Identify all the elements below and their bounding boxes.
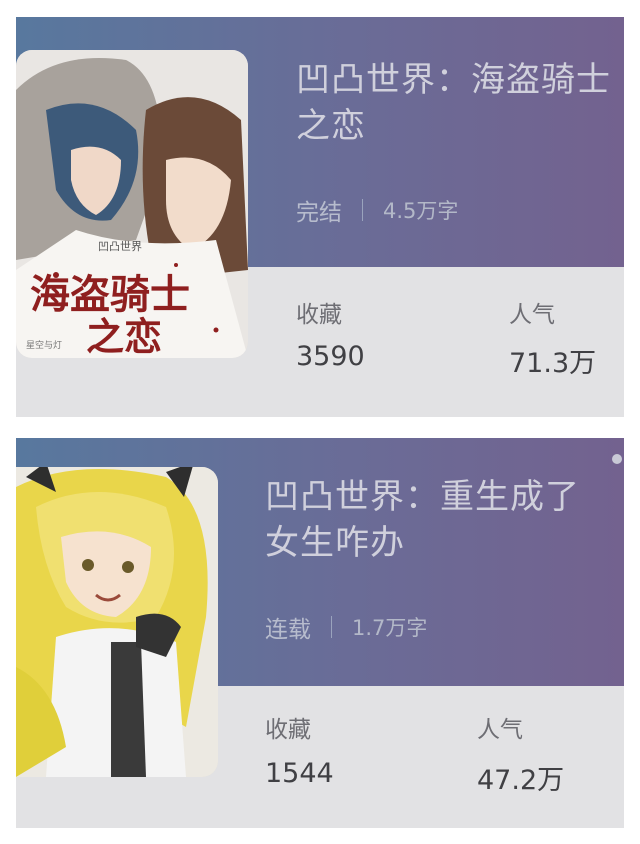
meta-divider	[362, 199, 363, 221]
book-meta: 连载 1.7万字	[265, 610, 427, 644]
book-cover-image[interactable]: 凹凸世界 海盗骑士 之恋 星空与灯	[16, 50, 248, 358]
corner-dot	[612, 454, 622, 464]
book-status: 完结	[296, 200, 342, 226]
favorites-value: 1544	[265, 758, 334, 789]
popularity-label: 人气	[477, 717, 523, 743]
book-card[interactable]: 凹凸世界：重生成了女生咋办 连载 1.7万字 收藏 1544 人气 47.2万	[16, 438, 624, 828]
cover-title-line1: 海盗骑士	[30, 271, 190, 318]
favorites-value: 3590	[296, 341, 365, 372]
cover-series-tag: 凹凸世界	[98, 240, 142, 253]
book-card[interactable]: 凹凸世界 海盗骑士 之恋 星空与灯 凹凸世界：海盗骑士之恋 完结 4.5万字 收…	[16, 17, 624, 417]
book-status: 连载	[265, 617, 311, 643]
popularity-value: 47.2万	[477, 765, 565, 796]
book-title[interactable]: 凹凸世界：海盗骑士之恋	[296, 57, 616, 149]
favorites-label: 收藏	[296, 302, 342, 328]
meta-divider	[331, 616, 332, 638]
cover-author-tag: 星空与灯	[26, 339, 62, 351]
book-word-count: 1.7万字	[352, 616, 428, 640]
popularity-value: 71.3万	[509, 348, 597, 379]
book-title[interactable]: 凹凸世界：重生成了女生咋办	[265, 474, 605, 566]
book-word-count: 4.5万字	[383, 199, 459, 223]
cover-title-line2: 之恋	[86, 314, 162, 358]
book-cover-image[interactable]	[16, 467, 218, 777]
popularity-label: 人气	[509, 302, 555, 328]
book-meta: 完结 4.5万字	[296, 193, 458, 227]
favorites-label: 收藏	[265, 717, 311, 743]
